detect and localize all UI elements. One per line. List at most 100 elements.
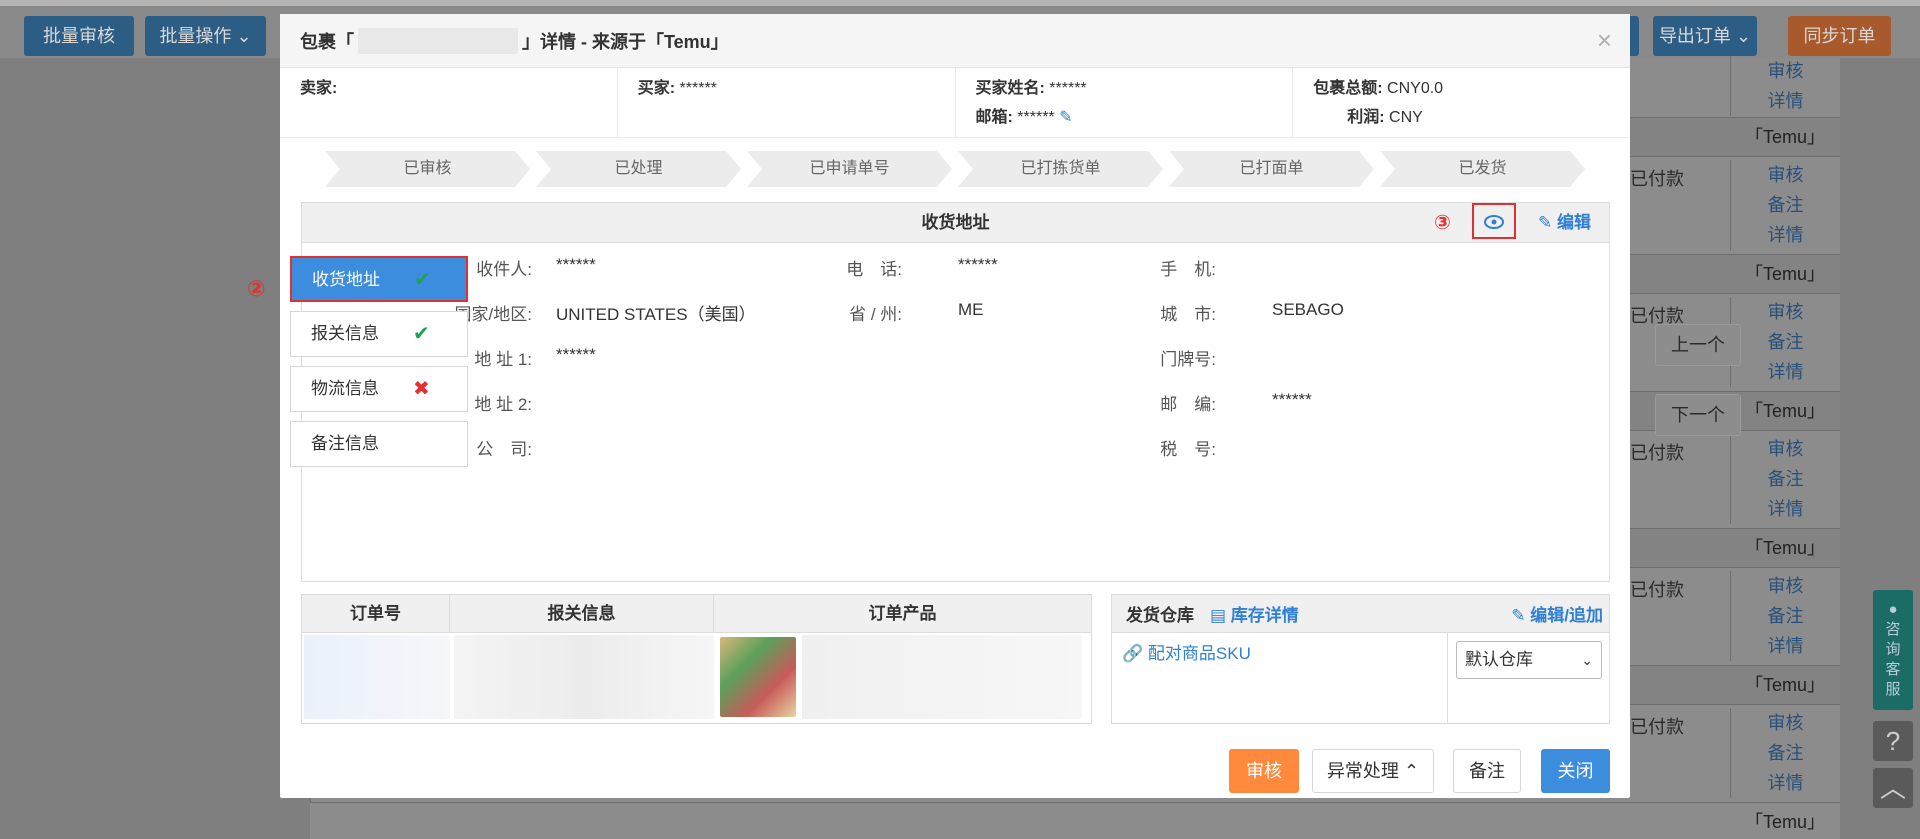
row-links: 审核 备注 详情 <box>1730 297 1840 387</box>
note-button[interactable]: 备注 <box>1453 749 1521 793</box>
detail-tabs: ② 收货地址 ✔ 报关信息 ✔ 物流信息 ✖ 备注信息 <box>247 256 468 476</box>
warehouse-select[interactable]: 默认仓库 ⌄ <box>1456 641 1602 679</box>
tab-logistics-info[interactable]: 物流信息 ✖ <box>290 366 468 412</box>
warehouse-selected: 默认仓库 <box>1465 650 1533 669</box>
buyer-info: 买家: ****** <box>618 68 956 137</box>
seller-info: 卖家: <box>280 68 618 137</box>
review-link[interactable]: 审核 <box>1731 297 1840 327</box>
chevron-up-icon: ⌃ <box>1403 761 1420 781</box>
city-label: 城 市: <box>1160 305 1216 324</box>
stock-detail-link[interactable]: ▤ 库存详情 <box>1210 601 1299 626</box>
row-status: 已付款 <box>1630 580 1684 600</box>
edit-add-button[interactable]: ✎ 编辑/追加 <box>1511 601 1603 626</box>
close-button[interactable]: 关闭 <box>1541 749 1610 793</box>
eye-icon[interactable] <box>1472 203 1516 239</box>
exception-handling-label: 异常处理 <box>1326 761 1399 781</box>
buyer-name-value: ****** <box>1049 80 1087 97</box>
pair-sku-link[interactable]: 🔗 配对商品SKU <box>1122 639 1251 664</box>
note-link[interactable]: 备注 <box>1731 738 1840 768</box>
edit-icon: ✎ <box>1538 213 1553 232</box>
buyer-label: 买家: <box>637 80 676 97</box>
note-link[interactable]: 备注 <box>1731 327 1840 357</box>
edit-icon[interactable]: ✎ <box>1059 109 1072 126</box>
seller-label: 卖家: <box>300 80 338 97</box>
blurred-customs-info <box>454 635 714 719</box>
zip-value: ****** <box>1272 390 1312 409</box>
edit-add-label: 编辑/追加 <box>1530 606 1603 625</box>
edit-icon: ✎ <box>1511 606 1526 625</box>
modal-title-prefix: 包裹「 <box>300 31 354 52</box>
modal-title-suffix: 」详情 - 来源于「Temu」 <box>522 31 729 52</box>
row-links: 审核 备注 详情 <box>1730 708 1840 798</box>
divider <box>1447 633 1448 723</box>
row-source: 「Temu」 <box>1744 538 1825 558</box>
next-button[interactable]: 下一个 <box>1655 394 1741 436</box>
shipping-address-heading: 收货地址 ③ ✎ 编辑 <box>302 203 1609 243</box>
total-value: CNY0.0 <box>1387 80 1444 97</box>
prev-button[interactable]: 上一个 <box>1655 324 1741 366</box>
detail-link[interactable]: 详情 <box>1731 768 1840 798</box>
step-label-printed: 已打面单 <box>1169 151 1374 187</box>
house-number-label: 门牌号: <box>1160 350 1216 369</box>
row-status: 已付款 <box>1630 717 1684 737</box>
chevron-down-icon: ⌄ <box>236 26 252 46</box>
masked-package-id <box>358 27 518 54</box>
detail-link[interactable]: 详情 <box>1731 494 1840 524</box>
amount-info: 包裹总额: CNY0.0 利润: CNY <box>1293 68 1630 137</box>
order-table: 订单号 报关信息 订单产品 <box>301 594 1092 724</box>
shipping-address-panel: 收货地址 ③ ✎ 编辑 收件人: ****** 电 话: ****** 手 机:… <box>301 202 1610 582</box>
headset-icon: ● <box>1888 601 1898 618</box>
modal-title: 包裹「 」详情 - 来源于「Temu」 <box>280 14 1630 68</box>
review-button[interactable]: 审核 <box>1229 749 1299 793</box>
profit-label: 利润: <box>1347 109 1385 126</box>
export-orders-button[interactable]: 导出订单 ⌄ <box>1653 16 1757 56</box>
detail-link[interactable]: 详情 <box>1731 220 1840 250</box>
review-link[interactable]: 审核 <box>1731 571 1840 601</box>
exception-handling-button[interactable]: 异常处理 ⌃ <box>1312 749 1434 793</box>
tab-shipping-address[interactable]: 收货地址 ✔ <box>290 256 468 302</box>
customer-service-label: 咨询客服 <box>1885 621 1901 698</box>
review-link[interactable]: 审核 <box>1731 708 1840 738</box>
pair-sku-label: 配对商品SKU <box>1147 644 1251 663</box>
note-link[interactable]: 备注 <box>1731 190 1840 220</box>
step-processed: 已处理 <box>536 151 741 187</box>
note-link[interactable]: 备注 <box>1731 464 1840 494</box>
detail-link[interactable]: 详情 <box>1731 631 1840 661</box>
export-orders-label: 导出订单 <box>1658 26 1731 46</box>
blurred-order-number <box>304 635 450 719</box>
detail-link[interactable]: 详情 <box>1731 357 1840 387</box>
stock-detail-label: 库存详情 <box>1230 606 1299 625</box>
step-reviewed: 已审核 <box>325 151 530 187</box>
tab-customs-info[interactable]: 报关信息 ✔ <box>290 311 468 357</box>
close-icon[interactable]: × <box>1597 26 1612 54</box>
edit-address-button[interactable]: ✎ 编辑 <box>1538 203 1591 243</box>
help-icon[interactable]: ? <box>1873 721 1913 761</box>
back-to-top-icon[interactable]: ︿ <box>1873 768 1913 808</box>
sync-orders-button[interactable]: 同步订单 <box>1788 16 1891 56</box>
table-row <box>310 802 1840 839</box>
step-picklist-printed: 已打拣货单 <box>958 151 1163 187</box>
total-label: 包裹总额: <box>1313 80 1383 97</box>
customer-service-button[interactable]: ● 咨询客服 <box>1873 590 1913 710</box>
chevron-down-icon: ⌄ <box>1581 652 1593 668</box>
detail-link[interactable]: 详情 <box>1731 86 1840 116</box>
row-status: 已付款 <box>1630 443 1684 463</box>
annotation-3: ③ <box>1434 212 1451 234</box>
blurred-product-info <box>802 635 1082 719</box>
state-label: 省 / 州: <box>849 305 902 324</box>
batch-operation-button[interactable]: 批量操作 ⌄ <box>145 16 266 56</box>
package-detail-modal: 包裹「 」详情 - 来源于「Temu」 × 卖家: 买家: ****** 买家姓… <box>247 14 1630 798</box>
review-link[interactable]: 审核 <box>1731 434 1840 464</box>
col-customs-info: 报关信息 <box>450 595 714 632</box>
review-link[interactable]: 审核 <box>1731 160 1840 190</box>
tab-remark-info[interactable]: 备注信息 <box>290 421 468 467</box>
review-link[interactable]: 审核 <box>1731 56 1840 86</box>
batch-review-button[interactable]: 批量审核 <box>24 16 134 56</box>
row-source: 「Temu」 <box>1744 675 1825 695</box>
row-links: 审核 详情 <box>1730 56 1840 116</box>
row-source: 「Temu」 <box>1744 127 1825 147</box>
tab-label: 收货地址 <box>312 270 380 289</box>
warehouse-header: 发货仓库 ▤ 库存详情 ✎ 编辑/追加 <box>1112 595 1609 633</box>
step-tracking-applied: 已申请单号 <box>747 151 952 187</box>
note-link[interactable]: 备注 <box>1731 601 1840 631</box>
